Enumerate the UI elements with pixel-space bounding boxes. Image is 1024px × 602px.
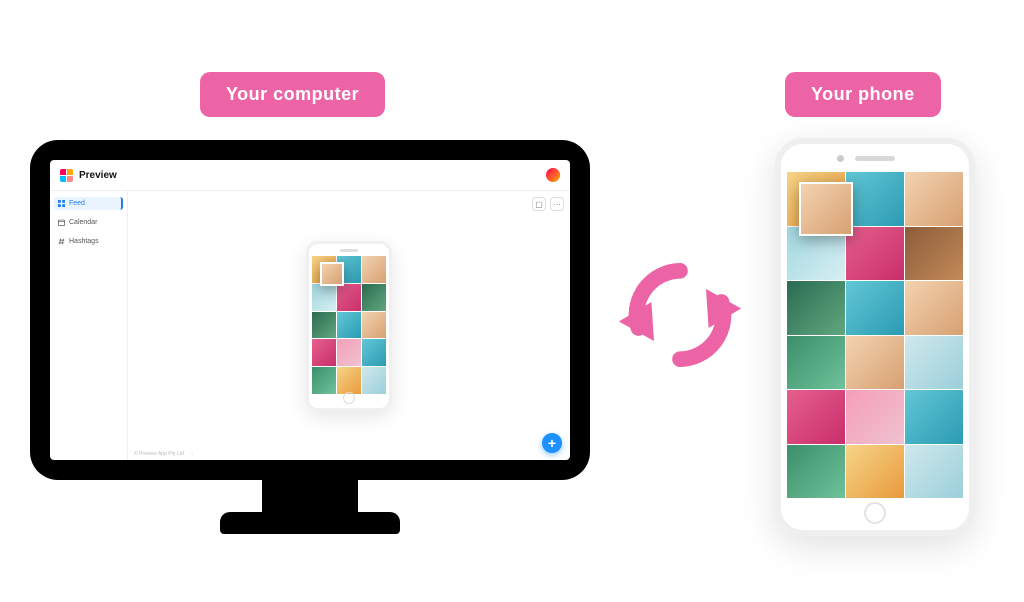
phone-camera xyxy=(837,155,844,162)
calendar-icon xyxy=(58,219,65,226)
dragging-tile[interactable] xyxy=(320,262,344,286)
sidebar-item-label: Hashtags xyxy=(69,238,99,245)
feed-tile[interactable] xyxy=(846,227,904,281)
feed-tile[interactable] xyxy=(337,339,361,366)
app-logo: Preview xyxy=(60,169,117,182)
sidebar: Feed Calendar Hashtags xyxy=(50,191,128,460)
feed-tile[interactable] xyxy=(905,172,963,226)
feed-tile[interactable] xyxy=(312,284,336,311)
add-post-button[interactable]: + xyxy=(542,433,562,453)
feed-tile[interactable] xyxy=(905,336,963,390)
collapse-sidebar-icon[interactable]: ‹ xyxy=(191,451,193,457)
grid-icon xyxy=(58,200,65,207)
phone-home-button[interactable] xyxy=(864,502,886,524)
feed-tile[interactable] xyxy=(362,284,386,311)
app-window: Preview Feed Calendar Hashtags xyxy=(50,160,570,460)
feed-tile[interactable] xyxy=(312,367,336,394)
feed-tile[interactable] xyxy=(337,367,361,394)
app-header: Preview xyxy=(50,160,570,191)
more-options-button[interactable]: ⋯ xyxy=(550,197,564,211)
feed-tile[interactable] xyxy=(362,367,386,394)
sidebar-item-feed[interactable]: Feed xyxy=(54,197,123,210)
footer-text: © Preview App Pty Ltd ‹ xyxy=(134,451,193,457)
sidebar-item-calendar[interactable]: Calendar xyxy=(54,216,123,229)
feed-tile[interactable] xyxy=(905,281,963,335)
phone-speaker xyxy=(855,156,895,161)
feed-tile[interactable] xyxy=(905,227,963,281)
label-your-phone: Your phone xyxy=(785,72,941,117)
feed-tile[interactable] xyxy=(787,390,845,444)
avatar[interactable] xyxy=(546,168,560,182)
app-main: ▢ ⋯ xyxy=(128,191,570,460)
sidebar-item-label: Feed xyxy=(69,200,85,207)
feed-tile[interactable] xyxy=(846,390,904,444)
feed-tile[interactable] xyxy=(787,445,845,499)
feed-tile[interactable] xyxy=(787,281,845,335)
dragging-tile[interactable] xyxy=(799,182,853,236)
phone-device xyxy=(775,138,975,536)
feed-tile[interactable] xyxy=(337,312,361,339)
feed-tile[interactable] xyxy=(787,336,845,390)
feed-tile[interactable] xyxy=(846,281,904,335)
feed-tile[interactable] xyxy=(312,312,336,339)
monitor-base xyxy=(220,512,400,534)
feed-tile[interactable] xyxy=(337,284,361,311)
sidebar-item-hashtags[interactable]: Hashtags xyxy=(54,235,123,248)
sidebar-item-label: Calendar xyxy=(69,219,97,226)
label-your-computer: Your computer xyxy=(200,72,385,117)
feed-tile[interactable] xyxy=(846,445,904,499)
app-logo-icon xyxy=(60,169,73,182)
feed-tile[interactable] xyxy=(846,336,904,390)
feed-tile[interactable] xyxy=(905,390,963,444)
feed-tile[interactable] xyxy=(362,256,386,283)
feed-tile[interactable] xyxy=(905,445,963,499)
feed-grid[interactable] xyxy=(787,172,963,498)
feed-tile[interactable] xyxy=(362,312,386,339)
feed-tile[interactable] xyxy=(846,172,904,226)
feed-tile[interactable] xyxy=(362,339,386,366)
hashtag-icon xyxy=(58,238,65,245)
feed-grid[interactable] xyxy=(312,256,386,394)
preview-phone-device xyxy=(306,241,392,411)
feed-tile[interactable] xyxy=(312,339,336,366)
app-title: Preview xyxy=(79,170,117,181)
computer-monitor: Preview Feed Calendar Hashtags xyxy=(30,140,590,480)
sync-icon xyxy=(615,250,745,380)
device-toggle-button[interactable]: ▢ xyxy=(532,197,546,211)
